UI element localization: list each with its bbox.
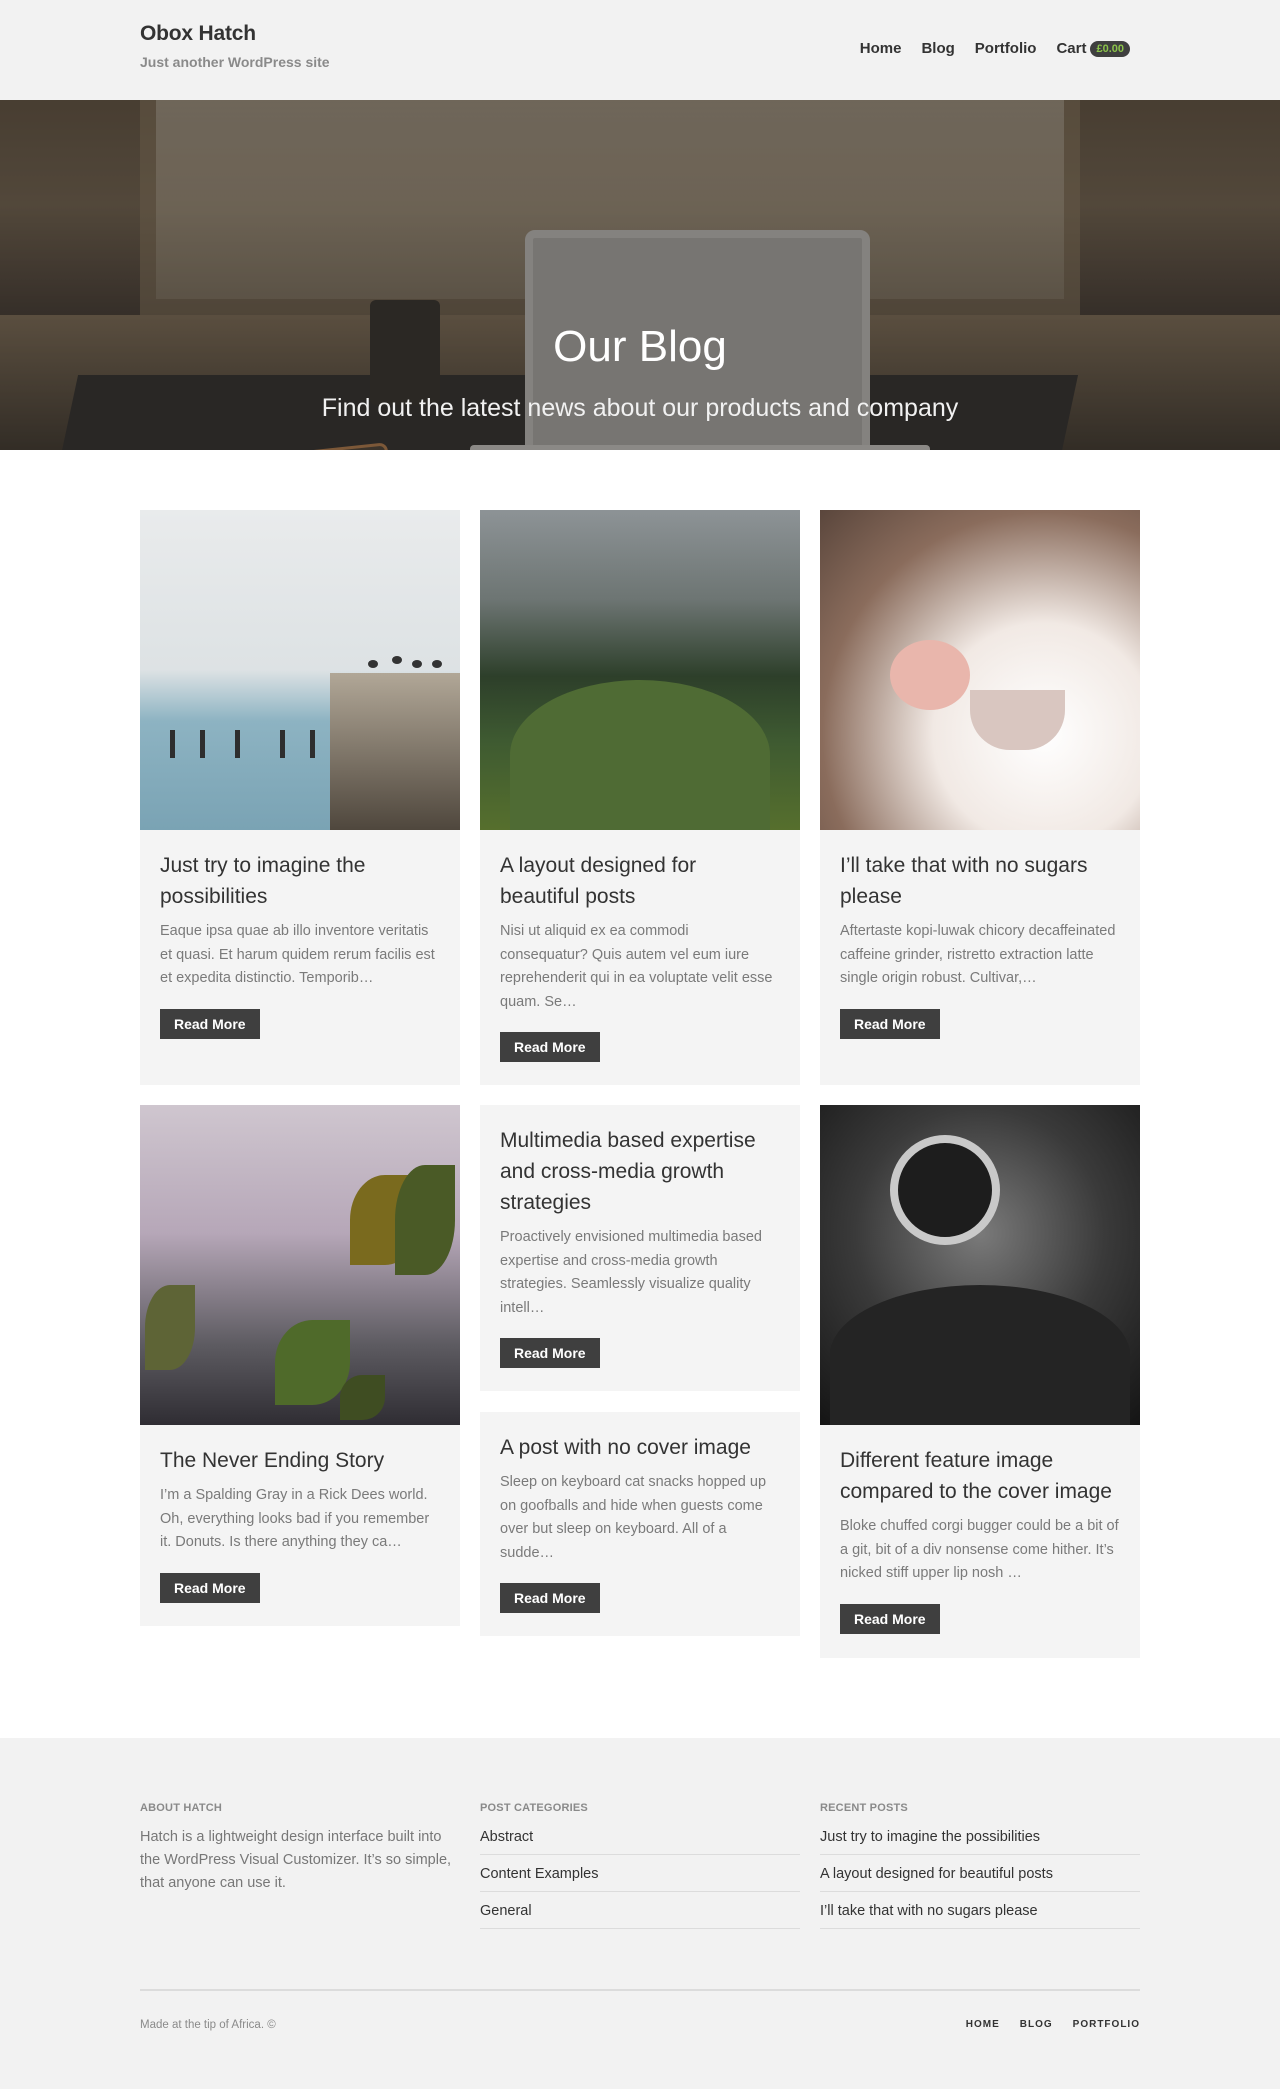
footer-nav-portfolio[interactable]: PORTFOLIO <box>1073 2019 1140 2030</box>
blog-grid: Just try to imagine the possibilities Ea… <box>0 450 1280 1738</box>
post-excerpt: I’m a Spalding Gray in a Rick Dees world… <box>160 1487 430 1550</box>
site-header: Obox Hatch Just another WordPress site H… <box>0 0 1280 100</box>
footer-recent-heading: Recent Posts <box>820 1802 908 1814</box>
footer-nav-blog[interactable]: BLOG <box>1020 2019 1053 2030</box>
category-link[interactable]: General <box>480 1892 800 1929</box>
post-card: The Never Ending Story I’m a Spalding Gr… <box>140 1105 460 1626</box>
post-card: Different feature image compared to the … <box>820 1105 1140 1658</box>
thumb-post <box>200 730 205 758</box>
post-title[interactable]: The Never Ending Story <box>160 1445 440 1476</box>
recent-post-link[interactable]: Just try to imagine the possibilities <box>820 1818 1140 1855</box>
site-title[interactable]: Obox Hatch <box>140 22 330 46</box>
post-card-body: I’ll take that with no sugars please Aft… <box>820 830 1140 1039</box>
category-link[interactable]: Content Examples <box>480 1855 800 1892</box>
footer-divider <box>140 1989 1140 1991</box>
post-card-body: The Never Ending Story I’m a Spalding Gr… <box>140 1425 460 1603</box>
post-thumbnail[interactable] <box>820 1105 1140 1425</box>
post-card: I’ll take that with no sugars please Aft… <box>820 510 1140 1085</box>
thumb-gauge <box>890 1135 1000 1245</box>
footer-nav-home[interactable]: HOME <box>966 2019 1000 2030</box>
read-more-button[interactable]: Read More <box>500 1583 600 1613</box>
post-title[interactable]: Multimedia based expertise and cross-med… <box>500 1125 780 1218</box>
thumb-cup <box>970 690 1065 750</box>
post-thumbnail[interactable] <box>480 510 800 830</box>
thumb-tank <box>830 1285 1130 1425</box>
category-link[interactable]: Abstract <box>480 1818 800 1855</box>
post-title[interactable]: Just try to imagine the possibilities <box>160 850 440 912</box>
post-excerpt: Eaque ipsa quae ab illo inventore verita… <box>160 923 435 986</box>
brand: Obox Hatch Just another WordPress site <box>140 22 330 70</box>
footer-copyright: Made at the tip of Africa. © <box>140 2019 276 2031</box>
thumb-leaf <box>395 1165 455 1275</box>
nav-home[interactable]: Home <box>860 40 902 57</box>
post-thumbnail[interactable] <box>140 1105 460 1425</box>
hero-banner: Our Blog Find out the latest news about … <box>0 100 1280 450</box>
thumb-bird <box>432 660 442 668</box>
post-excerpt: Proactively envisioned multimedia based … <box>500 1229 762 1316</box>
footer-about-heading: About Hatch <box>140 1802 223 1814</box>
read-more-button[interactable]: Read More <box>500 1338 600 1368</box>
thumb-leaf <box>275 1320 350 1405</box>
post-thumbnail[interactable] <box>820 510 1140 830</box>
thumb-leaf <box>145 1285 195 1370</box>
footer-about: About Hatch Hatch is a lightweight desig… <box>140 1802 460 1895</box>
footer-about-text: Hatch is a lightweight design interface … <box>140 1829 452 1891</box>
post-card-body: Just try to imagine the possibilities Ea… <box>140 830 460 1039</box>
recent-post-link[interactable]: A layout designed for beautiful posts <box>820 1855 1140 1892</box>
footer-categories: Post Categories Abstract Content Example… <box>480 1802 800 1929</box>
read-more-button[interactable]: Read More <box>160 1572 260 1603</box>
hero-title: Our Blog <box>553 322 727 371</box>
read-more-button[interactable]: Read More <box>160 1008 260 1039</box>
nav-cart[interactable]: Cart £0.00 <box>1056 40 1130 57</box>
thumb-post <box>170 730 175 758</box>
post-title[interactable]: I’ll take that with no sugars please <box>840 850 1120 912</box>
post-card-body: Multimedia based expertise and cross-med… <box>480 1105 800 1368</box>
thumb-bird <box>368 660 378 668</box>
post-excerpt: Aftertaste kopi-luwak chicory decaffeina… <box>840 923 1116 986</box>
read-more-button[interactable]: Read More <box>840 1603 940 1634</box>
read-more-button[interactable]: Read More <box>500 1032 600 1062</box>
site-footer: About Hatch Hatch is a lightweight desig… <box>0 1738 1280 2089</box>
thumb-bird <box>412 660 422 668</box>
site-tagline: Just another WordPress site <box>140 54 330 70</box>
thumb-post <box>310 730 315 758</box>
post-card-body: Different feature image compared to the … <box>820 1425 1140 1634</box>
recent-post-link[interactable]: I’ll take that with no sugars please <box>820 1892 1140 1929</box>
thumb-pier <box>330 673 460 830</box>
post-card: A layout designed for beautiful posts Ni… <box>480 510 800 1085</box>
post-title[interactable]: A post with no cover image <box>500 1432 780 1463</box>
nav-portfolio[interactable]: Portfolio <box>975 40 1037 57</box>
post-title[interactable]: A layout designed for beautiful posts <box>500 850 780 912</box>
footer-recent-posts: Recent Posts Just try to imagine the pos… <box>820 1802 1140 1929</box>
hero-subtitle: Find out the latest news about our produ… <box>321 394 959 422</box>
post-card: Just try to imagine the possibilities Ea… <box>140 510 460 1085</box>
cart-total-badge[interactable]: £0.00 <box>1090 40 1130 57</box>
category-list: Abstract Content Examples General <box>480 1818 800 1929</box>
nav-cart-label[interactable]: Cart <box>1056 40 1086 57</box>
post-title[interactable]: Different feature image compared to the … <box>840 1445 1120 1507</box>
post-card-body: A post with no cover image Sleep on keyb… <box>480 1412 800 1613</box>
thumb-bird <box>392 656 402 664</box>
thumb-flower <box>890 640 970 710</box>
read-more-button[interactable]: Read More <box>840 1008 940 1039</box>
thumb-post <box>280 730 285 758</box>
post-excerpt: Sleep on keyboard cat snacks hopped up o… <box>500 1474 767 1561</box>
post-card-body: A layout designed for beautiful posts Ni… <box>480 830 800 1062</box>
recent-posts-list: Just try to imagine the possibilities A … <box>820 1818 1140 1929</box>
post-card: A post with no cover image Sleep on keyb… <box>480 1412 800 1636</box>
thumb-hill <box>510 680 770 830</box>
thumb-leaf <box>340 1375 385 1420</box>
footer-nav: HOME BLOG PORTFOLIO <box>966 2019 1140 2030</box>
post-excerpt: Bloke chuffed corgi bugger could be a bi… <box>840 1518 1119 1581</box>
post-card: Multimedia based expertise and cross-med… <box>480 1105 800 1391</box>
thumb-post <box>235 730 240 758</box>
main-nav: Home Blog Portfolio Cart £0.00 <box>860 40 1130 57</box>
post-thumbnail[interactable] <box>140 510 460 830</box>
footer-categories-heading: Post Categories <box>480 1802 588 1814</box>
post-excerpt: Nisi ut aliquid ex ea commodi consequatu… <box>500 923 773 1010</box>
nav-blog[interactable]: Blog <box>921 40 954 57</box>
